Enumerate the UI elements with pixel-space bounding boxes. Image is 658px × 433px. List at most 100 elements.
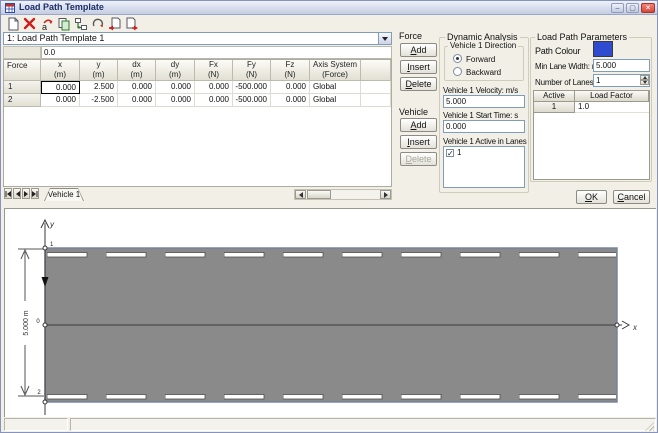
y-axis-label: y (49, 220, 55, 229)
combo-dropdown-button[interactable] (378, 33, 391, 44)
cell-fz[interactable]: 0.000 (271, 81, 310, 94)
active-lanes-column-header: Active Lanes (534, 91, 575, 102)
close-button[interactable]: ✕ (641, 3, 655, 13)
force-delete-button[interactable]: Delete (400, 77, 437, 91)
table-row: 1 0.000 2.500 0.000 0.000 0.000 -500.000… (4, 81, 391, 94)
lane-checkbox-row[interactable]: ✓ 1 (444, 147, 524, 158)
lane-checkbox-label: 1 (454, 148, 461, 157)
cell-edit-bar[interactable] (41, 46, 392, 59)
force-table: Force x(m) y(m) dx(m) dy(m) Fx(N) Fy(N) … (3, 59, 392, 187)
vehicle-delete-button: Delete (400, 152, 437, 166)
cancel-button[interactable]: Cancel (613, 190, 650, 204)
active-lanes-listbox[interactable]: ✓ 1 (443, 146, 525, 188)
node-label-0: 0 (36, 319, 40, 325)
path-colour-swatch[interactable] (593, 41, 613, 57)
import-button[interactable] (106, 16, 123, 32)
cell-axis-system[interactable]: Global (310, 81, 361, 94)
copy-icon (57, 17, 71, 31)
first-tab-button[interactable] (4, 188, 12, 199)
export-button[interactable] (123, 16, 140, 32)
prev-tab-button[interactable] (13, 188, 21, 199)
tab-bar: Vehicle 1 (3, 188, 392, 201)
ok-button[interactable]: OK (576, 190, 607, 204)
row-header[interactable]: 1 (4, 81, 41, 94)
last-tab-button[interactable] (31, 188, 39, 199)
cell-dy[interactable]: 0.000 (156, 81, 195, 94)
horizontal-scrollbar[interactable] (294, 189, 392, 200)
cell-dx[interactable]: 0.000 (118, 81, 156, 94)
rotate-button[interactable] (89, 16, 106, 32)
maximize-button[interactable]: ▢ (626, 3, 639, 13)
title-bar: Load Path Template – ▢ ✕ (1, 1, 657, 15)
toolbar: a (1, 15, 657, 32)
load-factor-cell[interactable]: 1.0 (575, 102, 649, 113)
spinner-buttons[interactable] (640, 75, 649, 84)
checkbox-checked-icon[interactable]: ✓ (446, 149, 454, 157)
next-tab-button[interactable] (22, 188, 30, 199)
radio-dot (456, 57, 459, 60)
first-icon (5, 191, 11, 197)
column-header-fy: Fy(N) (233, 60, 271, 81)
cell-fz[interactable]: 0.000 (271, 94, 310, 107)
forward-radio[interactable] (453, 54, 462, 63)
table-row: 2 0.000 -2.500 0.000 0.000 0.000 -500.00… (4, 94, 391, 107)
column-header-dy: dy(m) (156, 60, 195, 81)
min-lane-width-input[interactable] (593, 59, 650, 72)
dimension-label: 5.000 m (23, 310, 30, 335)
cell-fy[interactable]: -500.000 (233, 94, 271, 107)
delete-template-button[interactable] (21, 16, 38, 32)
app-icon (5, 3, 15, 13)
lane-row-header[interactable]: 1 (534, 102, 575, 113)
lanes-table: Active Lanes Load Factor 1 1.0 (533, 90, 650, 180)
column-header-filler (361, 60, 391, 81)
cell-y[interactable]: -2.500 (80, 94, 118, 107)
scroll-left-button[interactable] (295, 190, 306, 199)
force-add-button[interactable]: Add (400, 43, 437, 57)
backward-radio[interactable] (453, 67, 462, 76)
velocity-input[interactable] (443, 95, 525, 108)
prev-icon (15, 191, 20, 197)
column-header-y: y(m) (80, 60, 118, 81)
start-time-label: Vehicle 1 Start Time: s (443, 111, 518, 120)
number-of-lanes-spinner[interactable] (593, 74, 650, 87)
minimize-button[interactable]: – (611, 3, 624, 13)
cell-fx[interactable]: 0.000 (195, 94, 233, 107)
copy-template-button[interactable] (55, 16, 72, 32)
min-lane-width-label: Min Lane Width: m (535, 62, 598, 71)
cell-y[interactable]: 2.500 (80, 81, 118, 94)
cell-dx[interactable]: 0.000 (118, 94, 156, 107)
force-insert-button[interactable]: Insert (400, 60, 437, 74)
column-header-dx: dx(m) (118, 60, 156, 81)
load-factor-column-header: Load Factor (575, 91, 649, 102)
scrollbar-thumb[interactable] (307, 190, 331, 199)
load-path-template-dialog: Load Path Template – ▢ ✕ a (0, 0, 658, 433)
path-colour-label: Path Colour (535, 46, 580, 56)
node-marker (43, 400, 47, 404)
resize-grip[interactable] (645, 422, 654, 431)
template-selector[interactable]: 1: Load Path Template 1 (3, 32, 392, 45)
cell-fy[interactable]: -500.000 (233, 81, 271, 94)
tab-vehicle-1[interactable]: Vehicle 1 (44, 188, 84, 201)
scroll-right-button[interactable] (380, 190, 391, 199)
vehicle-add-button[interactable]: Add (400, 118, 437, 132)
velocity-label: Vehicle 1 Velocity: m/s (443, 86, 518, 95)
dependencies-button[interactable] (72, 16, 89, 32)
cell-dy[interactable]: 0.000 (156, 94, 195, 107)
start-time-input[interactable] (443, 120, 525, 133)
cell-filler (361, 94, 391, 107)
node-label-2: 2 (37, 390, 41, 396)
rename-icon: a (40, 17, 54, 31)
vehicle-insert-button[interactable]: Insert (400, 135, 437, 149)
row-header[interactable]: 2 (4, 94, 41, 107)
cell-fx[interactable]: 0.000 (195, 81, 233, 94)
new-template-button[interactable] (4, 16, 21, 32)
forward-radio-label: Forward (466, 55, 495, 64)
spin-down-icon[interactable] (640, 80, 649, 85)
cell-x-selected[interactable]: 0.000 (41, 81, 80, 94)
cell-x[interactable]: 0.000 (41, 94, 80, 107)
status-pane (70, 418, 656, 431)
chevron-down-icon (382, 37, 388, 41)
export-icon (125, 17, 139, 31)
cell-axis-system[interactable]: Global (310, 94, 361, 107)
rename-template-button[interactable]: a (38, 16, 55, 32)
